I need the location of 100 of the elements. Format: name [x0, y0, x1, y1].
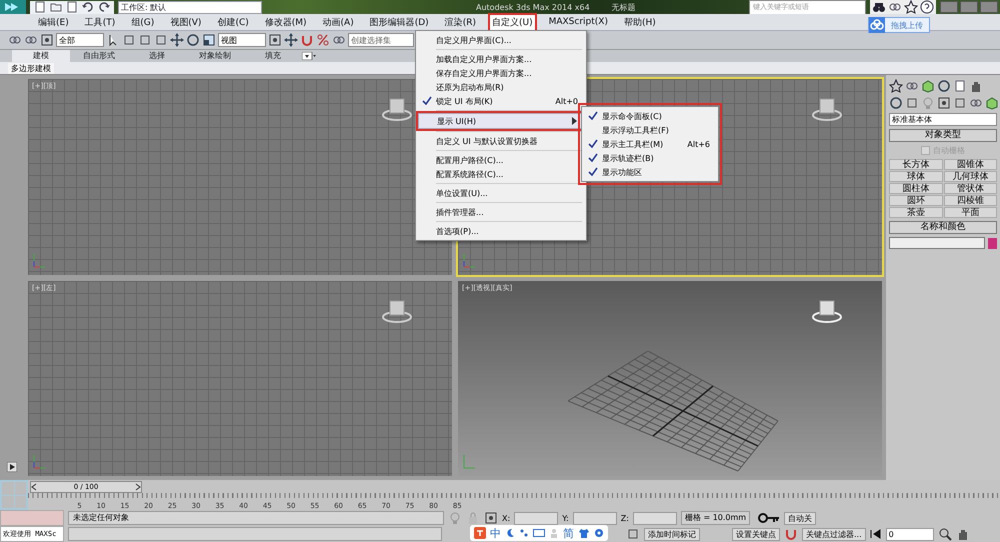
selection-rectangle-icon[interactable]: [138, 33, 152, 47]
primitive-button[interactable]: 圆柱体: [889, 183, 942, 194]
menu-item[interactable]: 显示浮动工具栏(F): [584, 123, 716, 137]
star-icon[interactable]: [904, 0, 918, 14]
viewcube-icon[interactable]: [812, 97, 842, 121]
primitive-button[interactable]: 圆环: [889, 195, 942, 206]
go-to-start-icon[interactable]: [870, 529, 882, 539]
menu-item[interactable]: 图形编辑器(D): [368, 14, 431, 30]
menu-item[interactable]: 组(G): [129, 14, 156, 30]
menu-item[interactable]: 创建(C): [215, 14, 251, 30]
snap-icon[interactable]: [300, 33, 314, 47]
new-file-icon[interactable]: [33, 0, 47, 14]
binoculars-icon[interactable]: [872, 0, 886, 14]
previous-frame-icon[interactable]: [31, 482, 37, 492]
ime-logo-icon[interactable]: [474, 527, 486, 539]
workspace-dropdown[interactable]: 工作区: 默认: [118, 0, 262, 14]
rotate-icon[interactable]: [186, 33, 200, 47]
name-field[interactable]: [889, 237, 985, 249]
auto-key-button[interactable]: 自动关: [784, 512, 816, 524]
y-coordinate-field[interactable]: [572, 512, 617, 524]
redo-icon[interactable]: [97, 0, 111, 14]
selection-rectangle-icon[interactable]: [154, 33, 168, 47]
menu-item[interactable]: 视图(V): [168, 14, 204, 30]
rollout-header[interactable]: 名称和颜色: [889, 221, 997, 234]
viewcube-icon[interactable]: [382, 97, 412, 121]
target-icon[interactable]: [937, 96, 951, 110]
rotate-icon[interactable]: [889, 96, 903, 110]
moon-icon[interactable]: [505, 528, 515, 538]
menu-item[interactable]: 显示命令面板(C): [584, 109, 716, 123]
menu-item[interactable]: 显示轨迹栏(B): [584, 151, 716, 165]
snap-icon[interactable]: [784, 527, 798, 541]
menu-item[interactable]: 显示主工具栏(M) Alt+6: [584, 137, 716, 151]
dropdown-caret-icon[interactable]: [302, 52, 316, 60]
selection-rectangle-icon[interactable]: [626, 527, 640, 541]
add-time-tag-button[interactable]: 添加时间标记: [644, 528, 700, 540]
menu-item[interactable]: 加载自定义用户界面方案...: [418, 52, 584, 66]
app-logo-icon[interactable]: [0, 0, 26, 14]
upload-button[interactable]: 拖拽上传: [868, 17, 930, 33]
keyboard-icon[interactable]: [533, 528, 545, 538]
menu-item[interactable]: 渲染(R): [442, 14, 478, 30]
scale-icon[interactable]: [202, 33, 216, 47]
category-dropdown[interactable]: 标准基本体: [889, 113, 997, 126]
punctuation-icon[interactable]: [519, 528, 529, 538]
move-icon[interactable]: [170, 33, 184, 47]
new-file-icon[interactable]: [953, 79, 967, 93]
z-coordinate-field[interactable]: [632, 512, 677, 524]
selection-filter-dropdown[interactable]: 全部: [56, 33, 104, 47]
rotate-icon[interactable]: [937, 79, 951, 93]
target-icon[interactable]: [40, 33, 54, 47]
selection-rectangle-icon[interactable]: [122, 33, 136, 47]
primitive-button[interactable]: 平面: [944, 207, 997, 218]
menu-item[interactable]: 显示 UI(H): [418, 113, 584, 129]
ribbon-tab[interactable]: 自由形式: [70, 50, 128, 62]
reference-coordinate-dropdown[interactable]: 视图: [218, 33, 266, 47]
primitive-button[interactable]: 圆锥体: [944, 159, 997, 170]
target-icon[interactable]: [268, 33, 282, 47]
menu-item[interactable]: MAXScript(X): [546, 16, 610, 28]
help-icon[interactable]: [920, 0, 934, 14]
new-file-icon[interactable]: [65, 0, 79, 14]
viewcube-icon[interactable]: [812, 298, 842, 322]
menu-item[interactable]: 保存自定义用户界面方案...: [418, 66, 584, 80]
shirt-icon[interactable]: [578, 528, 590, 538]
move-icon[interactable]: [284, 33, 298, 47]
menu-item[interactable]: 自定义(U): [490, 14, 535, 30]
set-key-button[interactable]: 设置关键点: [732, 528, 780, 540]
viewcube-icon[interactable]: [382, 298, 412, 322]
x-coordinate-field[interactable]: [514, 512, 558, 524]
menu-item[interactable]: 工具(T): [82, 14, 118, 30]
key-filters-button[interactable]: 关键点过滤器...: [802, 528, 866, 540]
selection-rectangle-icon[interactable]: [905, 96, 919, 110]
menu-item[interactable]: 显示功能区: [584, 165, 716, 179]
named-selection-field[interactable]: 创建选择集: [348, 33, 414, 47]
primitive-button[interactable]: 四棱锥: [944, 195, 997, 206]
menu-item[interactable]: 动画(A): [320, 14, 356, 30]
menu-item[interactable]: 自定义用户界面(C)...: [418, 33, 584, 47]
settings-icon[interactable]: [594, 528, 604, 538]
ribbon-panel-label[interactable]: 多边形建模: [8, 62, 54, 74]
key-icon[interactable]: [758, 512, 780, 524]
cube-icon[interactable]: [985, 96, 999, 110]
menu-item[interactable]: 帮助(H): [622, 14, 658, 30]
primitive-button[interactable]: 茶壶: [889, 207, 942, 218]
next-frame-icon[interactable]: [135, 482, 141, 492]
maxscript-prompt-field[interactable]: [68, 527, 442, 541]
target-icon[interactable]: [484, 511, 498, 525]
ribbon-tab[interactable]: 填充: [244, 50, 302, 62]
zoom-icon[interactable]: [938, 527, 952, 541]
percent-snap-icon[interactable]: [316, 33, 330, 47]
primitive-button[interactable]: 管状体: [944, 183, 997, 194]
star-icon[interactable]: [889, 79, 903, 93]
menu-item[interactable]: 修改器(M): [262, 14, 309, 30]
menu-item[interactable]: 编辑(E): [36, 14, 71, 30]
color-swatch[interactable]: [988, 238, 997, 248]
ribbon-tab[interactable]: 对象绘制: [186, 50, 244, 62]
primitive-button[interactable]: 球体: [889, 171, 942, 182]
primitive-button[interactable]: 长方体: [889, 159, 942, 170]
ime-language-toggle[interactable]: 中: [490, 526, 501, 540]
rollout-header[interactable]: 对象类型: [889, 129, 997, 142]
ribbon-tab[interactable]: 选择: [128, 50, 186, 62]
play-icon[interactable]: [7, 462, 17, 472]
primitive-button[interactable]: 几何球体: [944, 171, 997, 182]
